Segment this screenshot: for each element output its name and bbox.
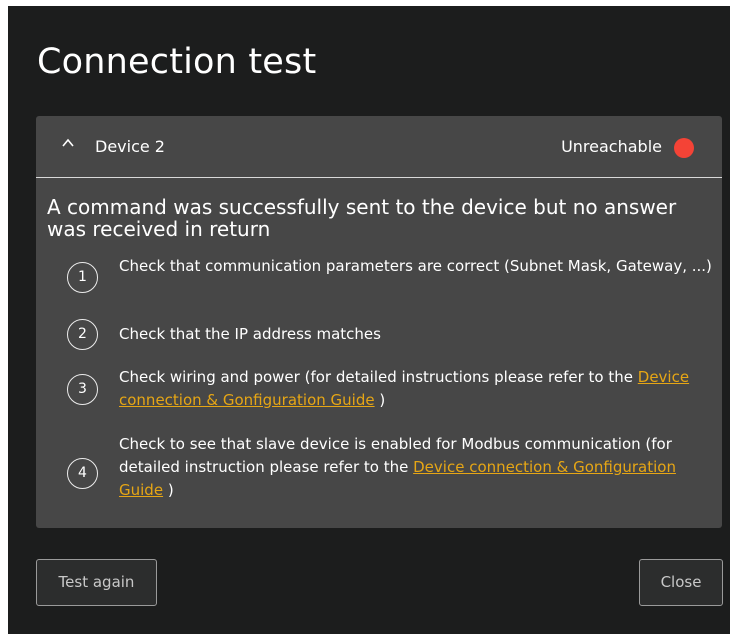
status-dot-icon xyxy=(674,138,694,158)
step-number: 3 xyxy=(67,374,98,405)
step-text: Check that communication parameters are … xyxy=(119,257,712,275)
connection-test-dialog: Connection test Device 2 Unreachable A c… xyxy=(8,6,730,634)
error-message: A command was successfully sent to the d… xyxy=(47,195,677,241)
step-text: Check to see that slave device is enable… xyxy=(119,433,715,502)
close-button[interactable]: Close xyxy=(639,559,723,606)
chevron-up-icon[interactable] xyxy=(61,137,75,149)
device-panel-header[interactable]: Device 2 Unreachable xyxy=(36,116,722,178)
device-name: Device 2 xyxy=(95,137,165,156)
status-label: Unreachable xyxy=(561,137,662,156)
test-again-button[interactable]: Test again xyxy=(36,559,157,606)
step-text: Check wiring and power (for detailed ins… xyxy=(119,366,715,412)
step-text-start: Check wiring and power (for detailed ins… xyxy=(119,368,638,386)
step-number: 2 xyxy=(67,319,98,350)
device-panel: Device 2 Unreachable A command was succe… xyxy=(36,116,722,528)
step-number: 4 xyxy=(67,458,98,489)
step-text-end: ) xyxy=(163,481,174,499)
step-number: 1 xyxy=(67,262,98,293)
step-text-end: ) xyxy=(374,391,386,409)
dialog-title: Connection test xyxy=(37,42,317,82)
step-text: Check that the IP address matches xyxy=(119,325,381,343)
